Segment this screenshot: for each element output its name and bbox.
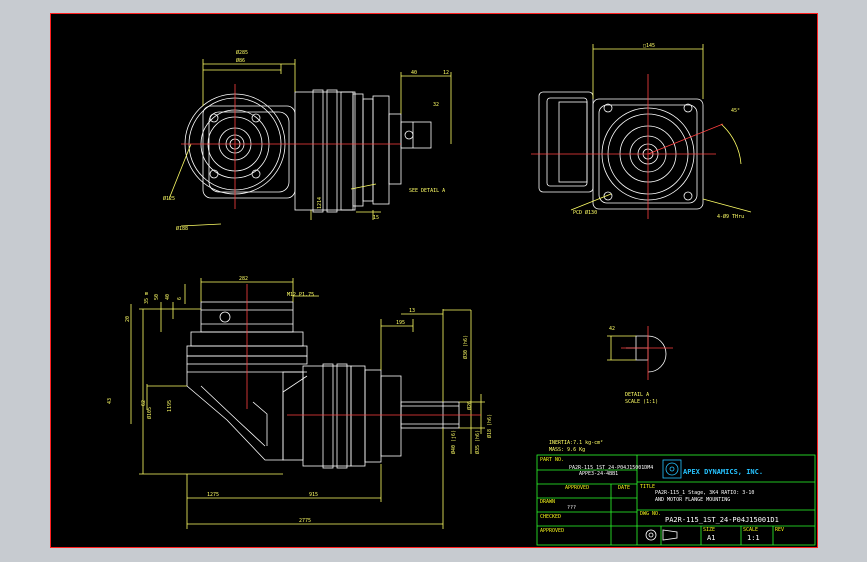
checked-label: CHECKED [540,514,562,520]
note-label: SEE DETAIL A [409,188,445,194]
date-label: DATE [618,485,631,491]
title-block: PART NO. PA2R-115_1ST_24-P04J15001DM4 AP… [537,455,815,545]
dim-label: 40 [411,70,417,76]
inertia-label: INERTIA:7.1 kg-cm² [549,440,603,446]
title-label: TITLE [640,484,656,490]
dim-label: 2775 [299,518,311,524]
side-view [531,44,752,219]
dim-label: Ø188 [176,225,188,232]
dim-label: 1214 [317,197,323,209]
detail-a [607,326,673,380]
part-no-label: PART NO. [540,457,565,463]
dim-label: □145 [643,43,655,49]
dim-label: Ø40 (j6) [450,430,457,454]
dim-label: 32 [433,102,439,108]
dim-label: 20 [125,316,131,322]
dim-label: Ø35 (h6) [474,430,481,454]
dim-label: 13 [409,308,415,314]
dim-label: 62 [141,400,147,406]
dimension-labels: Ø285 Ø86 Ø125 Ø188 1214 40 12 15 32 SEE … [107,43,744,524]
size-label: SIZE [703,527,716,533]
dim-label: 15 [373,215,379,221]
dwg-no-label: DWG NO. [640,511,662,517]
mass-label: MASS: 9.6 Kg [549,447,585,453]
dim-label: Ø30 (h6) [462,335,469,359]
dim-label: 45° [731,108,740,114]
dim-label: M12 P1.75 [287,292,314,298]
part-no-value-2: APPE3-24-4BB1 [579,471,619,477]
detail-scale: SCALE (1:1) [625,399,658,405]
dim-label: 195 [396,320,405,326]
dim-label: 282 [239,276,248,282]
drawn-label: DRAWN [540,499,556,505]
title-line-1: PA2R-115_1 Stage, 3K4 RATIO: 3-10 [655,490,755,496]
dim-label: 915 [309,492,318,498]
approved-label: APPROVED [565,485,590,491]
dim-label: Ø105 [146,407,153,419]
dim-label: Ø125 [163,195,175,202]
dim-label: Ø18 (h6) [486,414,493,438]
top-view [168,59,452,227]
size-value: A1 [707,534,716,542]
dim-label: Ø86 [236,57,245,64]
approved2-label: APPROVED [540,528,565,534]
dim-label: 35 m [144,292,150,304]
dim-label: 1275 [207,492,219,498]
dim-label: 6 [177,297,183,300]
drawn-value: ??? [567,505,577,511]
scale-label: SCALE [743,527,759,533]
dwg-no-value: PA2R-115_1ST_24-P04J15001D1 [665,516,779,524]
dim-label: 43 [107,398,113,404]
dim-label: Ø26 [466,401,473,410]
dim-label: 1195 [167,400,173,412]
dim-label: PCD Ø130 [573,209,597,216]
company-name: APEX DYNAMICS, INC. [683,468,764,476]
dim-label: 42 [609,326,615,332]
dim-label: 4-Ø9 THru [717,213,744,220]
detail-label: DETAIL A [625,392,649,398]
front-view [130,278,485,529]
dim-label: 50 [154,294,160,300]
rev-label: REV [775,527,785,533]
dim-label: 40 [165,294,171,300]
drawing-sheet: Ø285 Ø86 Ø125 Ø188 1214 40 12 15 32 SEE … [50,13,818,548]
title-line-2: AND MOTOR FLANGE MOUNTING [655,497,731,503]
dim-label: Ø285 [236,49,248,56]
dim-label: 12 [443,70,449,76]
scale-value: 1:1 [747,534,760,542]
